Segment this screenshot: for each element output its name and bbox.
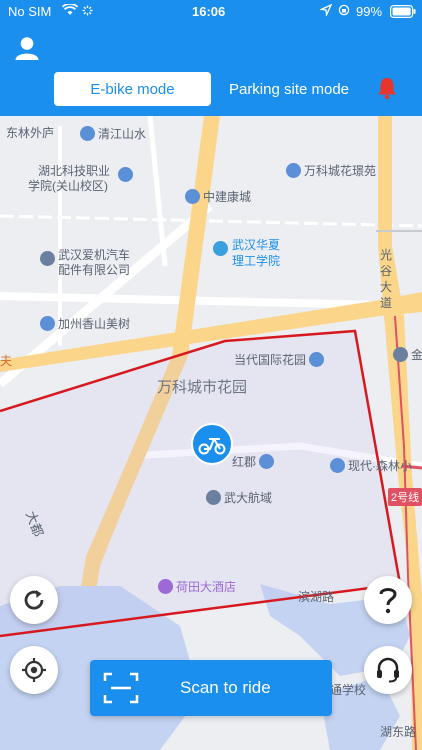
map-label-fu: 夫 [0,354,13,368]
map-label-guanggu-3: 大 [380,280,393,294]
map-poi-dangdai: 当代国际花园 [234,351,327,368]
map-label-dongling: 东林外庐 [6,126,55,140]
clock: 16:06 [192,4,226,19]
map-poi-xiandai: 现代·森林小 [330,457,412,474]
bell-icon [378,78,396,100]
orientation-lock-icon [338,4,350,19]
map-label-wanke-huayuan: 万科城市花园 [157,379,248,396]
map-label-wuhan-huaxia-2: 理工学院 [232,254,281,268]
map-poi-hongjun: 红郡 [232,453,277,470]
school-icon [213,241,231,256]
map-label-wuhan-huaxia-1: 武汉华夏 [232,238,281,252]
map-label-hetian: 荷田大酒店 [176,580,237,594]
carrier-text: No SIM [8,4,52,19]
scan-to-ride-label: Scan to ride [180,678,271,697]
map-label-line2: 2号线 [388,488,422,506]
map-label-binhu: 滨湖路 [298,590,335,604]
map-poi-wuda-hangyu: 武大航域 [206,489,272,506]
ebike-icon [191,423,233,465]
map-label-wuhan-aiji-2: 配件有限公司 [58,263,131,277]
school-icon [118,167,136,182]
map-poi-zhongjian: 中建康城 [185,188,251,205]
map-label-tongxuexiao: 通学校 [330,683,367,697]
map-label-hubei-tech-2: 学院(关山校区) [28,179,108,193]
battery-icon [390,5,416,21]
question-icon [379,588,397,614]
tab-ebike-label: E-bike mode [90,80,175,98]
map-label-jiazhou: 加州香山美树 [58,317,131,331]
tab-ebike-mode[interactable]: E-bike mode [54,72,211,106]
map-label-jiu: 金 [411,348,422,362]
map-label-zhongjian: 中建康城 [203,190,252,204]
ebike-marker[interactable] [190,422,234,466]
building-icon [309,352,325,367]
map-label-wanke-huanjing: 万科城花璟苑 [304,164,377,178]
map-label-hudong: 湖东路 [380,725,417,739]
map-poi-jiu: 金 [393,346,422,363]
refresh-icon [24,590,44,610]
map-poi-jiazhou: 加州香山美树 [40,315,130,332]
map-label-xiandai: 现代·森林小 [348,459,412,473]
location-arrow-icon [318,3,333,19]
building-icon [40,316,55,331]
building-icon [286,163,301,178]
metro-icon [393,347,408,362]
battery-text: 99% [356,4,383,19]
wifi-icon [61,3,79,19]
headset-icon [377,657,399,683]
status-bar: No SIM 16:06 99% [0,0,422,24]
notification-button[interactable] [376,76,400,102]
building-icon [185,189,200,204]
profile-button[interactable] [14,35,44,65]
scan-to-ride-button[interactable]: Scan to ride [90,660,332,716]
locate-button[interactable] [10,646,58,694]
map-label-hongjun: 红郡 [232,455,257,469]
building-icon [206,490,221,505]
map-label-guanggu-2: 谷 [380,264,393,278]
building-icon [330,458,345,473]
map-label-dangdai: 当代国际花园 [234,353,307,367]
refresh-button[interactable] [10,576,58,624]
crosshair-icon [22,658,46,682]
map-poi-wanke-huanjing: 万科城花璟苑 [286,162,376,179]
loading-icon [82,4,93,19]
help-button[interactable] [364,576,412,624]
scan-icon [103,672,139,704]
customer-service-button[interactable] [364,646,412,694]
building-icon [80,126,95,141]
map-label-qingjiang: 清江山水 [98,127,147,141]
map-poi-hetian: 荷田大酒店 [158,578,236,595]
building-icon [40,251,58,266]
map-poi-qingjiang: 清江山水 [80,125,146,142]
hotel-icon [158,579,173,594]
map-label-wuda-hangyu: 武大航域 [224,491,273,505]
map-label-guanggu-4: 道 [380,296,393,310]
building-icon [259,454,275,469]
tab-parking-label: Parking site mode [228,80,350,98]
map-view[interactable]: 东林外庐 清江山水 湖北科技职业 学院(关山校区) 万科城花璟苑 中建康城 武汉… [0,116,422,750]
tab-parking-site-mode[interactable]: Parking site mode [218,72,360,106]
map-label-guanggu-1: 光 [380,248,393,262]
user-icon [15,37,39,60]
